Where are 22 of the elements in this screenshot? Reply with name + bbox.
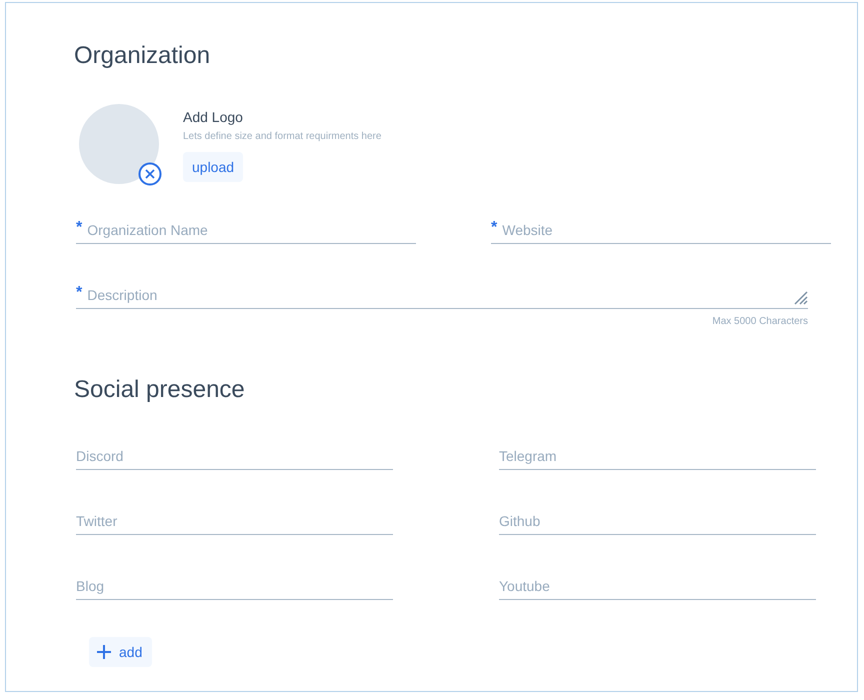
section-title: Social presence (74, 375, 246, 405)
section-title: Organization (74, 41, 212, 71)
add-button[interactable]: add (89, 637, 152, 667)
close-icon[interactable] (138, 162, 162, 186)
text-field[interactable]: Blog (76, 576, 393, 596)
text-field[interactable]: Organization Name (87, 220, 416, 240)
text-field[interactable]: Twitter (76, 511, 393, 531)
required-mark: * (491, 220, 498, 236)
text-field[interactable]: Telegram (499, 446, 816, 466)
plus-icon (97, 645, 111, 659)
logo-hint: Lets define size and format requirments here (183, 130, 382, 144)
text-area[interactable]: Description (87, 285, 794, 305)
text-field[interactable]: Github (499, 511, 816, 531)
text-field[interactable]: Website (502, 220, 831, 240)
required-mark: * (76, 220, 82, 236)
upload-button[interactable]: upload (183, 152, 244, 182)
text-field[interactable]: Youtube (499, 576, 816, 596)
resize-handle-icon[interactable] (794, 291, 808, 305)
logo-title: Add Logo (183, 108, 243, 127)
required-mark: * (76, 285, 82, 301)
text-field[interactable]: Discord (76, 446, 393, 466)
helper-text: Max 5000 Characters (711, 315, 808, 329)
